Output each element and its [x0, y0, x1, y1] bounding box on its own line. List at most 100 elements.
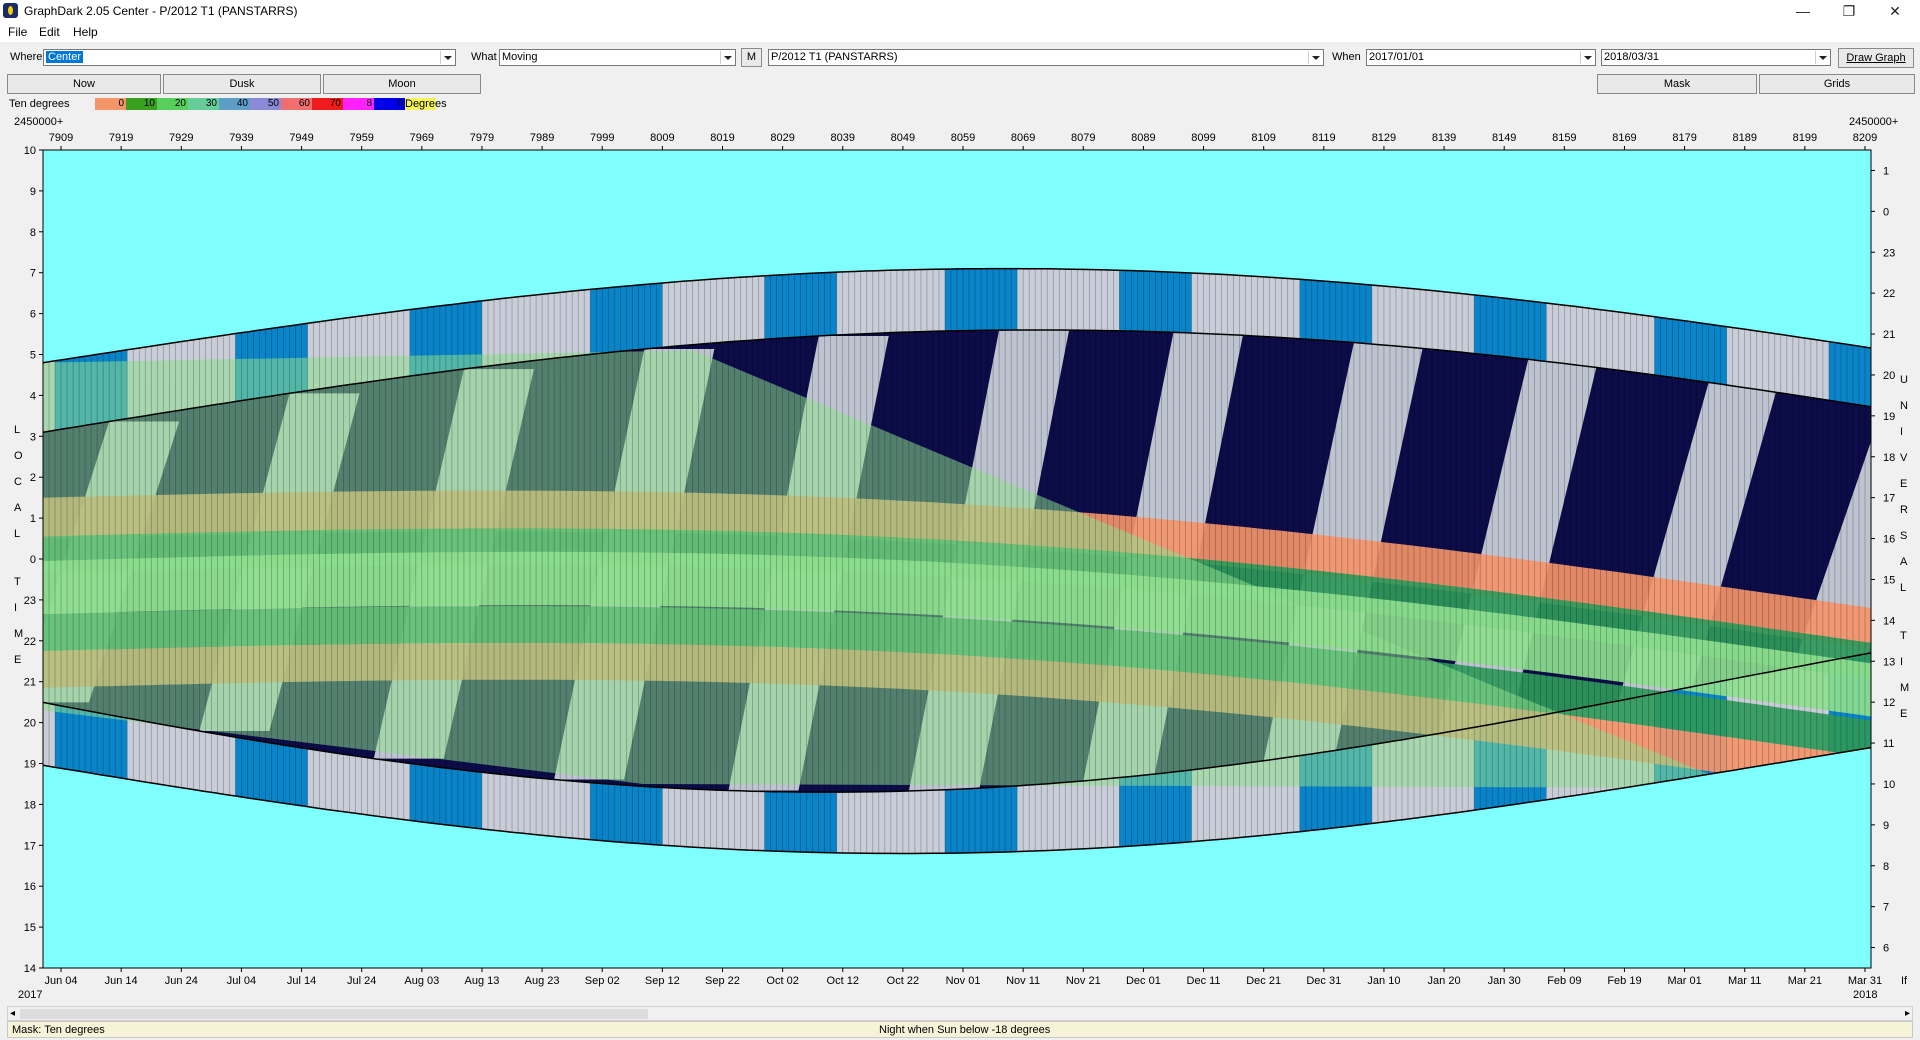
- draw-graph-button[interactable]: Draw Graph: [1838, 48, 1914, 68]
- date-tick-label: Oct 22: [887, 975, 919, 987]
- chevron-down-icon[interactable]: [1580, 51, 1594, 64]
- jd-tick-label: 7949: [289, 132, 313, 144]
- toolbar: Where Center What Moving M P/2012 T1 (PA…: [0, 44, 1920, 72]
- tabs-row: Now Dusk Moon Mask Grids: [0, 73, 1920, 95]
- jd-tick-label: 8159: [1552, 132, 1576, 144]
- now-button[interactable]: Now: [7, 74, 161, 94]
- menu-file[interactable]: File: [8, 25, 27, 39]
- local-time-label: 7: [30, 268, 36, 280]
- date-tick-label: Aug 23: [525, 975, 560, 987]
- jd-tick-label: 8049: [891, 132, 915, 144]
- local-time-label: 17: [24, 840, 36, 852]
- ut-label: 17: [1883, 493, 1895, 505]
- legend-swatch: 10: [126, 98, 157, 110]
- close-button[interactable]: ✕: [1872, 0, 1918, 22]
- when-label: When: [1332, 51, 1361, 63]
- menu-help[interactable]: Help: [73, 25, 98, 39]
- jd-tick-label: 8199: [1793, 132, 1817, 144]
- chevron-down-icon[interactable]: [1815, 51, 1829, 64]
- when-start-combo[interactable]: 2017/01/01: [1366, 49, 1596, 66]
- grids-button[interactable]: Grids: [1759, 74, 1915, 94]
- local-time-label: 0: [30, 554, 36, 566]
- title-bar: GraphDark 2.05 Center - P/2012 T1 (PANST…: [0, 0, 1920, 22]
- jd-tick-label: 8129: [1372, 132, 1396, 144]
- date-tick-label: Jul 14: [287, 975, 316, 987]
- what-value: Moving: [502, 51, 538, 63]
- local-time-label: 4: [30, 390, 36, 402]
- scroll-right-icon[interactable]: ▸: [1905, 1008, 1910, 1019]
- jd-prefix-right: 2450000+: [1849, 116, 1898, 128]
- local-time-title-letter: A: [14, 502, 22, 514]
- ut-label: 22: [1883, 288, 1895, 300]
- chevron-down-icon[interactable]: [1308, 51, 1322, 64]
- date-tick-label: Jun 14: [105, 975, 138, 987]
- jd-tick-label: 7909: [49, 132, 73, 144]
- date-tick-label: Nov 21: [1066, 975, 1101, 987]
- ut-title-letter: U: [1900, 374, 1908, 386]
- date-tick-label: Jan 20: [1428, 975, 1461, 987]
- mask-button[interactable]: Mask: [1597, 74, 1757, 94]
- when-end-combo[interactable]: 2018/03/31: [1601, 49, 1831, 66]
- ut-label: 13: [1883, 656, 1895, 668]
- jd-tick-label: 8119: [1312, 132, 1336, 144]
- year-right: 2018: [1853, 989, 1877, 1001]
- jd-tick-label: 8059: [951, 132, 975, 144]
- minimize-button[interactable]: —: [1780, 0, 1826, 22]
- date-tick-label: Jul 24: [347, 975, 376, 987]
- local-time-title-letter: T: [14, 576, 21, 588]
- what-combo[interactable]: Moving: [499, 49, 736, 66]
- ut-label: 14: [1883, 615, 1895, 627]
- local-time-label: 15: [24, 922, 36, 934]
- chevron-down-icon[interactable]: [720, 51, 734, 64]
- date-tick-label: Mar 31: [1848, 975, 1882, 987]
- menu-bar: File Edit Help: [0, 22, 1920, 42]
- ut-label: 15: [1883, 574, 1895, 586]
- ut-label: 19: [1883, 411, 1895, 423]
- jd-tick-label: 8189: [1732, 132, 1756, 144]
- date-tick-label: Jan 10: [1367, 975, 1400, 987]
- date-tick-label: Dec 21: [1246, 975, 1281, 987]
- local-time-label: 19: [24, 759, 36, 771]
- local-time-title-letter: M: [14, 628, 23, 640]
- ut-label: 9: [1883, 820, 1889, 832]
- ut-title-letter: L: [1900, 582, 1906, 594]
- date-tick-label: Feb 09: [1547, 975, 1581, 987]
- ut-label: 7: [1883, 902, 1889, 914]
- date-tick-label: Mar 11: [1728, 975, 1761, 987]
- menu-edit[interactable]: Edit: [39, 25, 60, 39]
- horizontal-scrollbar[interactable]: ◂ ▸: [7, 1006, 1913, 1021]
- legend-label: Ten degrees: [9, 98, 70, 110]
- restore-button[interactable]: ❐: [1826, 0, 1872, 22]
- ut-label: 23: [1883, 247, 1895, 259]
- ut-title-letter: S: [1900, 530, 1907, 542]
- where-value: Center: [46, 51, 84, 63]
- scroll-thumb[interactable]: [20, 1009, 648, 1019]
- date-tick-label: Oct 12: [827, 975, 859, 987]
- m-button[interactable]: M: [741, 48, 762, 67]
- moon-button[interactable]: Moon: [323, 74, 481, 94]
- local-time-label: 22: [24, 636, 36, 648]
- legend-swatch: 50: [250, 98, 281, 110]
- jd-tick-label: 8179: [1672, 132, 1696, 144]
- ut-label: 10: [1883, 779, 1895, 791]
- jd-tick-label: 7929: [169, 132, 193, 144]
- ut-label: 0: [1883, 206, 1889, 218]
- ut-label: 11: [1883, 738, 1894, 750]
- object-combo[interactable]: P/2012 T1 (PANSTARRS): [768, 49, 1324, 66]
- ut-label: 1: [1883, 165, 1889, 177]
- where-combo[interactable]: Center: [43, 49, 456, 66]
- ut-title-letter: T: [1900, 630, 1907, 642]
- chevron-down-icon[interactable]: [440, 51, 454, 64]
- jd-tick-label: 8149: [1492, 132, 1516, 144]
- ut-label: 16: [1883, 534, 1895, 546]
- ut-label: 18: [1883, 452, 1895, 464]
- status-night: Night when Sun below -18 degrees: [879, 1024, 1051, 1036]
- when-end-value: 2018/03/31: [1604, 51, 1660, 63]
- local-time-title-letter: E: [14, 654, 21, 666]
- legend-swatch: 30: [188, 98, 219, 110]
- dusk-button[interactable]: Dusk: [163, 74, 321, 94]
- scroll-left-icon[interactable]: ◂: [10, 1008, 15, 1019]
- jd-tick-label: 7979: [470, 132, 494, 144]
- where-label: Where: [10, 51, 43, 63]
- ut-label: 8: [1883, 861, 1889, 873]
